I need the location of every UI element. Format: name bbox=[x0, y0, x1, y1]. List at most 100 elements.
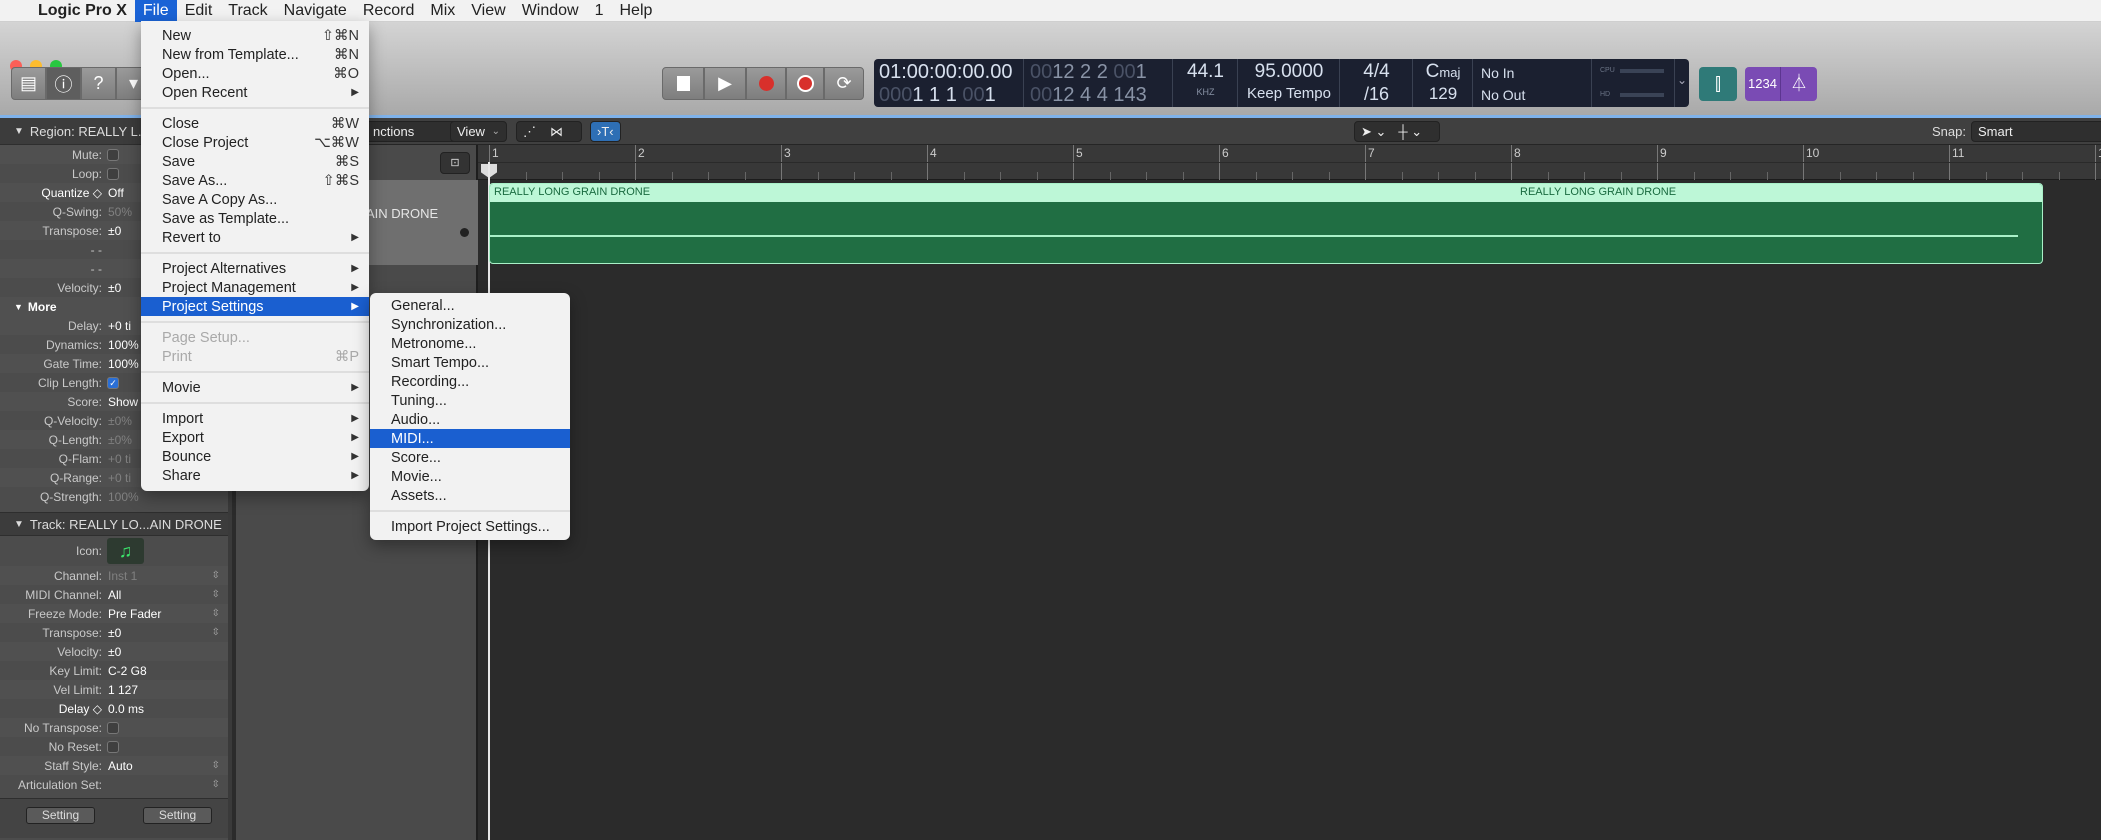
inspector-row-delay[interactable]: Delay ◇ 0.0 ms bbox=[0, 699, 228, 718]
menu-logic-pro-x[interactable]: Logic Pro X bbox=[30, 0, 135, 22]
menu-view[interactable]: View bbox=[463, 0, 513, 22]
field-value[interactable]: Show bbox=[107, 395, 138, 409]
quick-help-icon[interactable]: ? bbox=[81, 67, 116, 100]
metronome-button[interactable]: ⏃ bbox=[1781, 67, 1817, 101]
menu-item-save-a-copy-as[interactable]: Save A Copy As... bbox=[141, 190, 369, 209]
pointer-tool-icon[interactable]: ➤ ⌄ bbox=[1361, 124, 1386, 140]
menu-item-score[interactable]: Score... bbox=[370, 448, 570, 467]
menu-item-share[interactable]: Share ▶ bbox=[141, 466, 369, 485]
menu-window[interactable]: Window bbox=[514, 0, 587, 22]
flex-icon[interactable]: ⋈ bbox=[550, 124, 563, 140]
up-down-arrows-icon[interactable]: ⇳ bbox=[212, 760, 220, 771]
inspector-info-icon[interactable]: ⓘ bbox=[46, 67, 81, 100]
checkbox[interactable] bbox=[107, 148, 119, 161]
field-value[interactable]: ±0% bbox=[107, 433, 132, 447]
checkbox[interactable] bbox=[107, 721, 119, 734]
field-value[interactable]: 100% bbox=[107, 357, 139, 371]
menu-item-new[interactable]: New ⇧⌘N bbox=[141, 26, 369, 45]
checkbox[interactable] bbox=[107, 167, 119, 180]
menu-mix[interactable]: Mix bbox=[422, 0, 463, 22]
menu-item-assets[interactable]: Assets... bbox=[370, 486, 570, 505]
inspector-row-freeze-mode[interactable]: Freeze Mode: Pre Fader ⇳ bbox=[0, 604, 228, 623]
field-value[interactable]: Auto bbox=[107, 759, 133, 773]
inspector-row-articulation-set[interactable]: Articulation Set: ⇳ bbox=[0, 775, 228, 794]
menu-item-tuning[interactable]: Tuning... bbox=[370, 391, 570, 410]
count-in-button[interactable]: 1234 bbox=[1745, 67, 1781, 101]
inspector-row-transpose[interactable]: Transpose: ±0 ⇳ bbox=[0, 623, 228, 642]
field-value[interactable]: All bbox=[107, 588, 121, 602]
snap-select[interactable]: Smart bbox=[1971, 121, 2101, 142]
field-value[interactable]: 100% bbox=[107, 338, 139, 352]
menu-item-import-project-settings[interactable]: Import Project Settings... bbox=[370, 517, 570, 536]
lcd-chevron-down-icon[interactable]: ⌄ bbox=[1677, 73, 1687, 87]
menu-item-export[interactable]: Export ▶ bbox=[141, 428, 369, 447]
menu-1[interactable]: 1 bbox=[587, 0, 612, 22]
music-note-icon[interactable]: ♫ bbox=[107, 538, 144, 564]
checkbox[interactable]: ✓ bbox=[107, 376, 119, 389]
field-value[interactable]: Pre Fader bbox=[107, 607, 161, 621]
field-value[interactable]: ±0% bbox=[107, 414, 132, 428]
setting-button[interactable]: Setting bbox=[26, 807, 95, 824]
global-tracks-button[interactable]: ⊡ bbox=[440, 152, 470, 174]
menu-navigate[interactable]: Navigate bbox=[276, 0, 355, 22]
record-button[interactable] bbox=[746, 67, 786, 100]
mixer-button[interactable]: ⫿ bbox=[1699, 67, 1737, 101]
field-value[interactable]: C-2 G8 bbox=[107, 664, 147, 678]
menu-item-close-project[interactable]: Close Project ⌥⌘W bbox=[141, 133, 369, 152]
field-value[interactable]: ±0 bbox=[107, 224, 121, 238]
menu-track[interactable]: Track bbox=[220, 0, 275, 22]
setting-button[interactable]: Setting bbox=[143, 807, 212, 824]
menu-edit[interactable]: Edit bbox=[177, 0, 221, 22]
field-value[interactable]: Inst 1 bbox=[107, 569, 137, 583]
menu-item-movie[interactable]: Movie... bbox=[370, 467, 570, 486]
menu-item-audio[interactable]: Audio... bbox=[370, 410, 570, 429]
menu-item-general[interactable]: General... bbox=[370, 296, 570, 315]
midi-region[interactable]: REALLY LONG GRAIN DRONE REALLY LONG GRAIN… bbox=[489, 183, 2043, 264]
stop-button[interactable] bbox=[662, 67, 704, 100]
menu-record[interactable]: Record bbox=[355, 0, 423, 22]
apple-menu-icon[interactable] bbox=[0, 0, 30, 22]
menu-item-metronome[interactable]: Metronome... bbox=[370, 334, 570, 353]
bar-ruler[interactable]: 12345678910111 bbox=[478, 145, 2101, 180]
field-value[interactable]: ±0 bbox=[107, 645, 121, 659]
inspector-row-no-reset[interactable]: No Reset: bbox=[0, 737, 228, 756]
field-value[interactable]: 0.0 ms bbox=[107, 702, 144, 716]
menu-item-save-as[interactable]: Save As... ⇧⌘S bbox=[141, 171, 369, 190]
catch-playhead-button[interactable]: ›T‹ bbox=[590, 121, 621, 142]
cycle-button[interactable]: ⟳ bbox=[824, 67, 864, 100]
up-down-arrows-icon[interactable]: ⇳ bbox=[212, 627, 220, 638]
library-icon[interactable]: ▤ bbox=[11, 67, 46, 100]
menu-item-save-as-template[interactable]: Save as Template... bbox=[141, 209, 369, 228]
up-down-arrows-icon[interactable]: ⇳ bbox=[212, 779, 220, 790]
field-value[interactable]: 50% bbox=[107, 205, 132, 219]
inspector-row-key-limit[interactable]: Key Limit: C-2 G8 bbox=[0, 661, 228, 680]
menu-help[interactable]: Help bbox=[612, 0, 661, 22]
view-menu[interactable]: View ⌄ bbox=[450, 121, 507, 142]
menu-item-new-from-template[interactable]: New from Template... ⌘N bbox=[141, 45, 369, 64]
menu-item-bounce[interactable]: Bounce ▶ bbox=[141, 447, 369, 466]
up-down-arrows-icon[interactable]: ⇳ bbox=[212, 608, 220, 619]
menu-item-close[interactable]: Close ⌘W bbox=[141, 114, 369, 133]
inspector-row-midi-channel[interactable]: MIDI Channel: All ⇳ bbox=[0, 585, 228, 604]
inspector-row-staff-style[interactable]: Staff Style: Auto ⇳ bbox=[0, 756, 228, 775]
field-value[interactable]: ±0 bbox=[107, 281, 121, 295]
field-value[interactable]: +0 ti bbox=[107, 452, 131, 466]
inspector-row-no-transpose[interactable]: No Transpose: bbox=[0, 718, 228, 737]
field-value[interactable]: +0 ti bbox=[107, 319, 131, 333]
field-value[interactable]: +0 ti bbox=[107, 471, 131, 485]
up-down-arrows-icon[interactable]: ⇳ bbox=[212, 589, 220, 600]
field-value[interactable]: 100% bbox=[107, 490, 139, 504]
menu-item-synchronization[interactable]: Synchronization... bbox=[370, 315, 570, 334]
menu-item-open[interactable]: Open... ⌘O bbox=[141, 64, 369, 83]
menu-item-open-recent[interactable]: Open Recent ▶ bbox=[141, 83, 369, 102]
menu-item-project-alternatives[interactable]: Project Alternatives ▶ bbox=[141, 259, 369, 278]
inspector-row-vel-limit[interactable]: Vel Limit: 1 127 bbox=[0, 680, 228, 699]
menu-item-project-settings[interactable]: Project Settings ▶ bbox=[141, 297, 369, 316]
disclosure-triangle-icon[interactable]: ▼ bbox=[14, 126, 24, 137]
inspector-row-channel[interactable]: Channel: Inst 1 ⇳ bbox=[0, 566, 228, 585]
lcd-display[interactable]: 01:00:00:00.00 0001 1 1 001 0012 2 2 001… bbox=[874, 59, 1689, 107]
menu-item-save[interactable]: Save ⌘S bbox=[141, 152, 369, 171]
menu-item-movie[interactable]: Movie ▶ bbox=[141, 378, 369, 397]
checkbox[interactable] bbox=[107, 740, 119, 753]
play-button[interactable]: ▶ bbox=[704, 67, 746, 100]
